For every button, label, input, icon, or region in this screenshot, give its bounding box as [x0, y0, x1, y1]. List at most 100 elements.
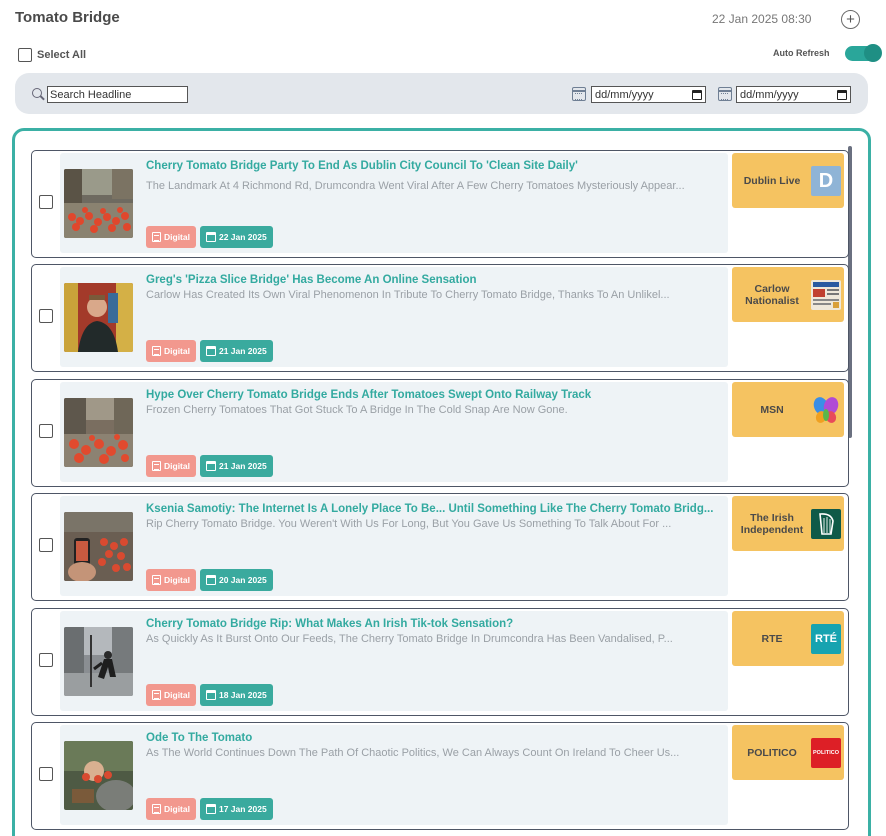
calendar-icon [205, 461, 216, 471]
calendar-icon [205, 690, 216, 700]
date-label: 21 Jan 2025 [218, 461, 267, 471]
article-content: Ksenia Samotiy: The Internet Is A Lonely… [60, 496, 728, 596]
page-title: Tomato Bridge [15, 9, 120, 26]
digital-tag: Digital [146, 569, 196, 591]
date-tag: 21 Jan 2025 [199, 340, 273, 362]
article-headline[interactable]: Cherry Tomato Bridge Rip: What Makes An … [146, 618, 724, 630]
source-logo: D [811, 166, 841, 196]
article-summary: As The World Continues Down The Path Of … [146, 747, 680, 759]
article-checkbox[interactable] [39, 653, 53, 667]
article-headline[interactable]: Cherry Tomato Bridge Party To End As Dub… [146, 160, 724, 172]
add-button[interactable]: + [841, 10, 860, 29]
search-input[interactable] [47, 86, 188, 103]
article-summary: Rip Cherry Tomato Bridge. You Weren't Wi… [146, 518, 672, 530]
date-tag: 22 Jan 2025 [199, 226, 273, 248]
date-label: 20 Jan 2025 [218, 575, 267, 585]
article-checkbox[interactable] [39, 767, 53, 781]
article-content: Greg's 'Pizza Slice Bridge' Has Become A… [60, 267, 728, 367]
document-icon [152, 232, 161, 242]
document-icon [152, 575, 161, 585]
date-label: 17 Jan 2025 [218, 804, 267, 814]
harp-logo-icon [811, 509, 841, 539]
article-thumbnail [64, 283, 133, 352]
filter-bar: dd/mm/yyyy dd/mm/yyyy [15, 73, 868, 114]
article-card: Ode To The Tomato As The World Continues… [31, 722, 849, 830]
source-badge: RTE RTÉ [732, 611, 844, 666]
digital-tag: Digital [146, 340, 196, 362]
article-checkbox[interactable] [39, 309, 53, 323]
date-to-placeholder: dd/mm/yyyy [740, 88, 799, 101]
article-card: Cherry Tomato Bridge Rip: What Makes An … [31, 608, 849, 716]
source-badge: The Irish Independent [732, 496, 844, 551]
date-tag: 18 Jan 2025 [199, 684, 273, 706]
article-checkbox[interactable] [39, 538, 53, 552]
article-thumbnail [64, 398, 133, 467]
source-badge: Dublin Live D [732, 153, 844, 208]
article-headline[interactable]: Ksenia Samotiy: The Internet Is A Lonely… [146, 503, 724, 515]
source-name: POLITICO [747, 746, 797, 759]
tag-label: Digital [164, 575, 190, 585]
digital-tag: Digital [146, 798, 196, 820]
document-icon [152, 346, 161, 356]
select-all[interactable]: Select All [18, 48, 86, 62]
document-icon [152, 804, 161, 814]
calendar-icon [572, 87, 586, 101]
article-card: Ksenia Samotiy: The Internet Is A Lonely… [31, 493, 849, 601]
select-all-checkbox[interactable] [18, 48, 32, 62]
article-content: Ode To The Tomato As The World Continues… [60, 725, 728, 825]
tag-label: Digital [164, 232, 190, 242]
tag-label: Digital [164, 804, 190, 814]
article-summary: The Landmark At 4 Richmond Rd, Drumcondr… [146, 180, 685, 192]
source-name: Dublin Live [743, 174, 801, 187]
article-content: Cherry Tomato Bridge Rip: What Makes An … [60, 611, 728, 711]
last-updated-datetime: 22 Jan 2025 08:30 [712, 12, 812, 26]
article-card: Cherry Tomato Bridge Party To End As Dub… [31, 150, 849, 258]
article-checkbox[interactable] [39, 424, 53, 438]
search-icon [32, 88, 42, 98]
article-checkbox[interactable] [39, 195, 53, 209]
newspaper-logo-icon [811, 280, 841, 310]
document-icon [152, 461, 161, 471]
article-card: Greg's 'Pizza Slice Bridge' Has Become A… [31, 264, 849, 372]
source-badge: MSN [732, 382, 844, 437]
tag-label: Digital [164, 461, 190, 471]
source-logo: POLITICO [811, 738, 841, 768]
article-content: Hype Over Cherry Tomato Bridge Ends Afte… [60, 382, 728, 482]
msn-butterfly-logo-icon [811, 395, 841, 425]
article-headline[interactable]: Hype Over Cherry Tomato Bridge Ends Afte… [146, 389, 724, 401]
article-list: Cherry Tomato Bridge Party To End As Dub… [12, 128, 871, 836]
source-badge: POLITICO POLITICO [732, 725, 844, 780]
digital-tag: Digital [146, 455, 196, 477]
document-icon [152, 690, 161, 700]
article-headline[interactable]: Greg's 'Pizza Slice Bridge' Has Become A… [146, 274, 724, 286]
article-thumbnail [64, 169, 133, 238]
date-label: 21 Jan 2025 [218, 346, 267, 356]
article-summary: Carlow Has Created Its Own Viral Phenome… [146, 289, 670, 301]
toggle-knob [864, 44, 882, 62]
article-headline[interactable]: Ode To The Tomato [146, 732, 724, 744]
source-name: RTE [761, 632, 783, 645]
source-name: Carlow Nationalist [745, 282, 799, 307]
date-to-input[interactable]: dd/mm/yyyy [736, 86, 851, 103]
article-thumbnail [64, 627, 133, 696]
article-content: Cherry Tomato Bridge Party To End As Dub… [60, 153, 728, 253]
article-summary: As Quickly As It Burst Onto Our Feeds, T… [146, 633, 673, 645]
date-tag: 20 Jan 2025 [199, 569, 273, 591]
calendar-icon [718, 87, 732, 101]
article-thumbnail [64, 741, 133, 810]
calendar-icon [205, 232, 216, 242]
source-name: The Irish Independent [740, 511, 804, 536]
article-thumbnail [64, 512, 133, 581]
date-picker-icon[interactable] [692, 89, 702, 100]
auto-refresh-label: Auto Refresh [773, 48, 830, 58]
auto-refresh-toggle[interactable] [845, 44, 882, 62]
article-card: Hype Over Cherry Tomato Bridge Ends Afte… [31, 379, 849, 487]
select-all-label: Select All [37, 49, 87, 61]
date-picker-icon[interactable] [837, 89, 847, 100]
date-from-input[interactable]: dd/mm/yyyy [591, 86, 706, 103]
date-label: 22 Jan 2025 [218, 232, 267, 242]
digital-tag: Digital [146, 226, 196, 248]
calendar-icon [205, 804, 216, 814]
calendar-icon [205, 346, 216, 356]
tag-label: Digital [164, 346, 190, 356]
